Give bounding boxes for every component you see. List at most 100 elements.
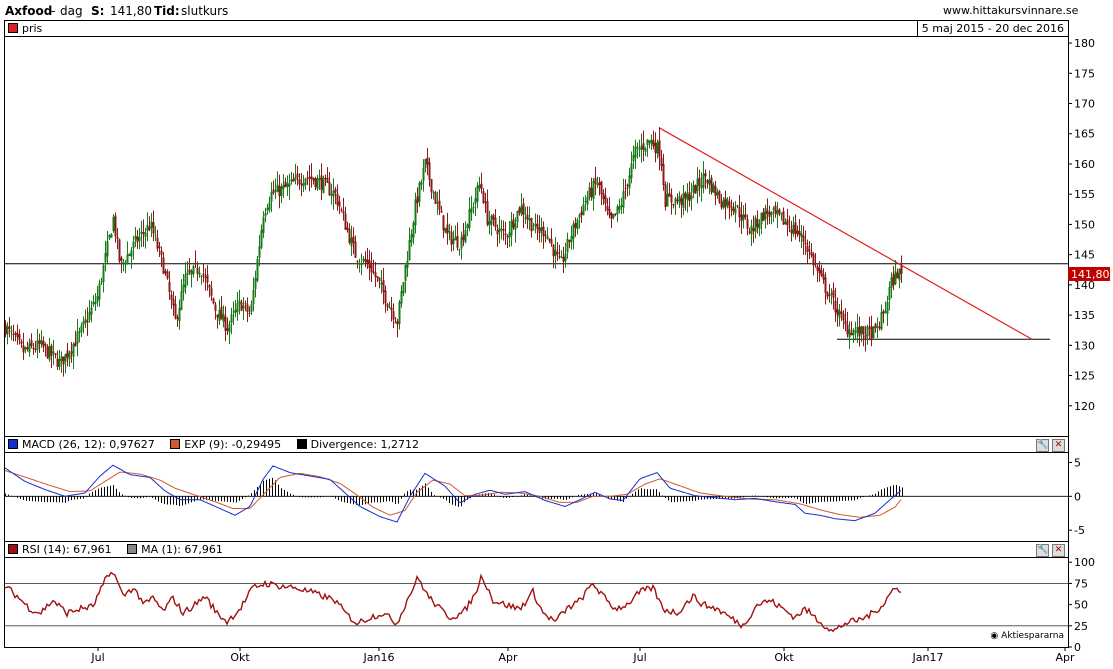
candle-body bbox=[186, 272, 189, 275]
brand-mark: ◉ Aktiespararna bbox=[990, 631, 1064, 641]
candle-body bbox=[366, 259, 369, 264]
candle-body bbox=[214, 304, 217, 312]
candle-body bbox=[42, 340, 45, 347]
candle-body bbox=[374, 272, 377, 278]
candle-body bbox=[280, 186, 283, 196]
candle-body bbox=[436, 202, 439, 204]
price-axis-label: 170 bbox=[1074, 98, 1095, 111]
candle-body bbox=[380, 282, 383, 285]
candle-body bbox=[294, 176, 297, 181]
candle-body bbox=[244, 303, 247, 305]
candle-body bbox=[866, 326, 869, 337]
candle-body bbox=[134, 235, 137, 240]
candle-body bbox=[622, 190, 625, 208]
candle-body bbox=[734, 208, 737, 214]
candle-body bbox=[706, 179, 709, 184]
candle-body bbox=[788, 226, 791, 228]
candle-body bbox=[896, 272, 899, 279]
rsi-chart bbox=[5, 571, 1068, 633]
candle-body bbox=[266, 207, 269, 211]
candle-body bbox=[804, 242, 807, 245]
candle-body bbox=[700, 185, 703, 189]
candle-body bbox=[58, 359, 61, 367]
candle-body bbox=[728, 201, 731, 209]
candle-body bbox=[430, 179, 433, 193]
candle-body bbox=[888, 287, 891, 300]
price-axis-label: 165 bbox=[1074, 128, 1095, 141]
candle-body bbox=[126, 254, 129, 264]
candle-body bbox=[836, 309, 839, 316]
candle-body bbox=[356, 260, 359, 262]
candle-body bbox=[288, 183, 291, 187]
candle-body bbox=[846, 324, 849, 335]
candle-body bbox=[638, 148, 641, 150]
candle-body bbox=[68, 353, 71, 360]
candle-body bbox=[418, 182, 421, 202]
x-axis-label: Okt bbox=[230, 651, 250, 664]
candle-body bbox=[808, 249, 811, 251]
candle-body bbox=[480, 183, 483, 189]
candle-body bbox=[30, 340, 33, 347]
candle-body bbox=[810, 251, 813, 256]
price-axis-label: 135 bbox=[1074, 309, 1095, 322]
candle-body bbox=[432, 192, 435, 194]
candle-body bbox=[412, 222, 415, 238]
candle-body bbox=[610, 212, 613, 219]
candle-body bbox=[178, 307, 181, 322]
candle-body bbox=[746, 219, 749, 229]
candle-body bbox=[588, 187, 591, 198]
candle-body bbox=[48, 346, 51, 360]
candle-body bbox=[694, 185, 697, 194]
candle-body bbox=[616, 206, 619, 215]
candle-body bbox=[730, 208, 733, 210]
trend-line bbox=[658, 127, 1033, 340]
candle-body bbox=[750, 225, 753, 235]
candle-body bbox=[306, 177, 309, 179]
candle-body bbox=[678, 195, 681, 203]
site-link[interactable]: www.hittakursvinnare.se bbox=[943, 4, 1078, 17]
candle-body bbox=[190, 270, 193, 275]
candle-body bbox=[792, 224, 795, 235]
candle-body bbox=[620, 205, 623, 208]
rsi-axis-label: 25 bbox=[1074, 620, 1088, 633]
candle-body bbox=[542, 226, 545, 237]
macd-panel: MACD (26, 12): 0,97627 EXP (9): -0,29495… bbox=[4, 436, 1069, 542]
candle-body bbox=[346, 227, 349, 230]
candle-body bbox=[352, 236, 355, 243]
candle-body bbox=[102, 265, 105, 283]
candle-body bbox=[440, 210, 443, 213]
candle-body bbox=[202, 273, 205, 276]
candle-body bbox=[686, 193, 689, 200]
candle-body bbox=[370, 264, 373, 273]
price-axis-label: 150 bbox=[1074, 218, 1095, 231]
candle-body bbox=[720, 201, 723, 208]
candle-body bbox=[40, 339, 43, 345]
candle-body bbox=[170, 294, 173, 300]
candle-body bbox=[774, 205, 777, 214]
candle-body bbox=[760, 212, 763, 225]
company-name: Axfood bbox=[5, 4, 53, 18]
candle-body bbox=[698, 177, 701, 186]
candle-body bbox=[308, 176, 311, 179]
candle-body bbox=[602, 193, 605, 200]
candle-body bbox=[404, 264, 407, 281]
candle-body bbox=[612, 214, 615, 218]
candle-body bbox=[172, 299, 175, 306]
candle-body bbox=[62, 356, 65, 365]
candle-body bbox=[500, 229, 503, 231]
candle-body bbox=[296, 173, 299, 178]
candle-body bbox=[868, 327, 871, 329]
rsi-axis-label: 50 bbox=[1074, 599, 1088, 612]
candle-body bbox=[450, 232, 453, 245]
candle-body bbox=[268, 202, 271, 210]
candle-body bbox=[806, 245, 809, 253]
candle-body bbox=[338, 201, 341, 207]
candle-body bbox=[534, 223, 537, 227]
candle-body bbox=[802, 235, 805, 242]
candle-body bbox=[16, 333, 19, 338]
candle-body bbox=[300, 183, 303, 186]
chart-header: Axfood - dag S: 141,80 Tid: slutkurs www… bbox=[0, 0, 1113, 20]
candle-body bbox=[796, 230, 799, 235]
candle-body bbox=[460, 237, 463, 249]
candle-body bbox=[362, 258, 365, 261]
